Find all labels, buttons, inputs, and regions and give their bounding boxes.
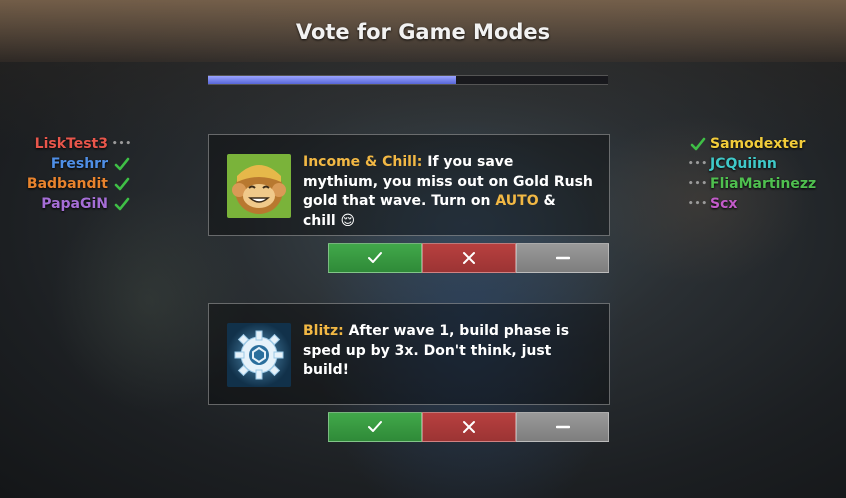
- relieved-emoji-icon: 😌: [340, 212, 356, 229]
- player-row: Badbandit: [0, 174, 130, 194]
- dash-icon: [555, 256, 570, 260]
- vote-buttons-blitz: [328, 412, 609, 442]
- player-list-left: LiskTest3 ••• Freshrr Badbandit PapaGiN: [0, 134, 133, 214]
- title-bar: Vote for Game Modes: [0, 0, 846, 62]
- mode-desc: After wave 1, build phase is sped up by …: [303, 323, 570, 378]
- vote-abstain-button[interactable]: [516, 412, 609, 442]
- mode-name: Blitz:: [303, 323, 344, 339]
- mode-card-income-chill: Income & Chill: If you save mythium, you…: [208, 134, 610, 236]
- waiting-dots-icon: •••: [687, 158, 709, 169]
- vote-yes-button[interactable]: [328, 243, 422, 273]
- player-list-right: Samodexter ••• JCQuiinn ••• FliaMartinez…: [687, 134, 846, 214]
- vote-buttons-income-chill: [328, 243, 609, 273]
- player-name: LiskTest3: [34, 136, 108, 152]
- player-name: PapaGiN: [41, 196, 108, 212]
- gear-icon: [227, 323, 291, 387]
- voted-check-icon: [114, 156, 130, 172]
- vote-no-button[interactable]: [422, 412, 516, 442]
- player-name: Badbandit: [26, 176, 108, 192]
- player-row: PapaGiN: [0, 194, 130, 214]
- player-row: Samodexter: [690, 134, 846, 154]
- mode-name: Income & Chill:: [303, 154, 423, 170]
- auto-keyword: AUTO: [495, 193, 539, 209]
- player-row: ••• JCQuiinn: [687, 154, 846, 174]
- x-icon: [463, 421, 475, 433]
- player-row: ••• FliaMartinezz: [687, 174, 846, 194]
- voted-check-icon: [114, 196, 130, 212]
- check-icon: [368, 421, 382, 432]
- monkey-icon: [227, 154, 291, 218]
- dash-icon: [555, 425, 570, 429]
- player-row: ••• Scx: [687, 194, 846, 214]
- waiting-dots-icon: •••: [111, 138, 133, 149]
- vote-timer-fill: [208, 76, 456, 84]
- player-name: Samodexter: [710, 136, 806, 152]
- vote-yes-button[interactable]: [328, 412, 422, 442]
- player-name: FliaMartinezz: [710, 176, 817, 192]
- x-icon: [463, 252, 475, 264]
- voted-check-icon: [690, 136, 706, 152]
- voted-check-icon: [114, 176, 130, 192]
- page-title: Vote for Game Modes: [295, 20, 551, 44]
- player-name: Freshrr: [50, 156, 108, 172]
- player-row: Freshrr: [0, 154, 130, 174]
- mode-description: Blitz: After wave 1, build phase is sped…: [303, 322, 593, 381]
- check-icon: [368, 252, 382, 263]
- vote-timer-bar: [208, 75, 608, 85]
- player-name: JCQuiinn: [710, 156, 777, 172]
- vote-abstain-button[interactable]: [516, 243, 609, 273]
- vote-no-button[interactable]: [422, 243, 516, 273]
- player-name: Scx: [710, 196, 738, 212]
- waiting-dots-icon: •••: [687, 198, 709, 209]
- player-row: LiskTest3 •••: [0, 134, 133, 154]
- mode-description: Income & Chill: If you save mythium, you…: [303, 153, 593, 231]
- waiting-dots-icon: •••: [687, 178, 709, 189]
- mode-card-blitz: Blitz: After wave 1, build phase is sped…: [208, 303, 610, 405]
